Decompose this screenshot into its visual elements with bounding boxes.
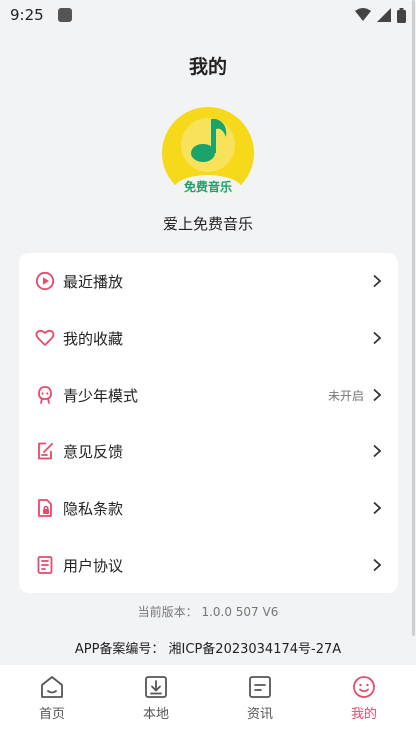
tab-label: 我的 [350, 707, 377, 722]
teen-face-icon [35, 385, 55, 405]
icp-record: APP备案编号： 湘ICP备2023034174号-27A [74, 642, 342, 657]
play-circle-icon [35, 271, 55, 291]
tab-local[interactable]: 本地 [104, 665, 208, 741]
chevron-right-icon [370, 388, 384, 402]
news-icon [249, 676, 271, 698]
feedback-edit-icon [35, 441, 55, 461]
tab-mine[interactable]: 我的 [312, 665, 416, 741]
tab-label: 资讯 [246, 707, 273, 722]
page-title: 我的 [188, 56, 227, 78]
status-bar: 9:25 [0, 0, 416, 30]
status-time: 9:25 [10, 6, 44, 24]
app-version: 当前版本： 1.0.0 507 V6 [137, 605, 279, 619]
menu-item-recent-play[interactable]: 最近播放 [19, 253, 398, 309]
tab-home[interactable]: 首页 [0, 665, 104, 741]
status-icons [355, 7, 406, 23]
heart-icon [35, 328, 55, 348]
chevron-right-icon [370, 444, 384, 458]
menu-item-label: 用户协议 [63, 556, 124, 575]
scrollbar[interactable] [412, 0, 415, 636]
logo-text: 免费音乐 [184, 179, 232, 194]
signal-icon [377, 8, 391, 22]
menu-item-label: 我的收藏 [63, 329, 124, 348]
menu-item-privacy[interactable]: 隐私条款 [19, 480, 398, 536]
teen-mode-status: 未开启 [327, 388, 364, 403]
menu-item-favorites[interactable]: 我的收藏 [19, 310, 398, 366]
app-name: 爱上免费音乐 [162, 215, 253, 233]
battery-icon [397, 7, 406, 23]
bottom-tab-bar: 首页 本地 资讯 我的 [0, 665, 416, 741]
privacy-doc-icon [35, 498, 55, 518]
menu-card: 最近播放 我的收藏 青少年模式 未开启 意见反馈 隐私条款 用户协议 [19, 253, 398, 593]
menu-item-label: 隐私条款 [63, 499, 124, 518]
notification-icon [57, 8, 72, 22]
menu-item-label: 最近播放 [63, 272, 124, 291]
menu-item-teen-mode[interactable]: 青少年模式 未开启 [19, 367, 398, 423]
menu-item-label: 青少年模式 [63, 386, 139, 405]
chevron-right-icon [370, 331, 384, 345]
smile-icon [353, 676, 375, 698]
tab-label: 本地 [142, 707, 169, 722]
tab-news[interactable]: 资讯 [208, 665, 312, 741]
wifi-icon [355, 8, 371, 21]
menu-item-label: 意见反馈 [63, 442, 124, 461]
menu-item-user-agreement[interactable]: 用户协议 [19, 537, 398, 593]
chevron-right-icon [370, 558, 384, 572]
agreement-doc-icon [35, 555, 55, 575]
home-icon [41, 676, 63, 698]
menu-item-feedback[interactable]: 意见反馈 [19, 423, 398, 479]
download-icon [145, 676, 167, 698]
chevron-right-icon [370, 501, 384, 515]
chevron-right-icon [370, 274, 384, 288]
tab-label: 首页 [38, 707, 65, 722]
app-logo: 免费音乐 [162, 107, 254, 199]
